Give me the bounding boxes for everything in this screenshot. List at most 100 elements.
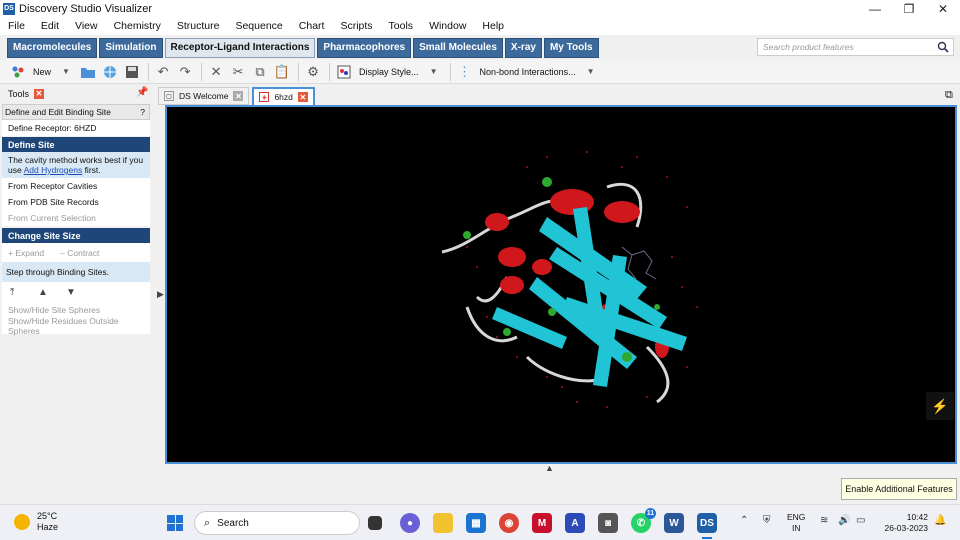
menu-window[interactable]: Window bbox=[421, 20, 474, 32]
wifi-icon[interactable]: ≋ bbox=[820, 515, 828, 526]
tab-my-tools[interactable]: My Tools bbox=[543, 37, 599, 58]
search-icon[interactable] bbox=[937, 41, 949, 55]
restore-window-icon[interactable]: ⧉ bbox=[945, 89, 953, 102]
nonbond-dropdown-icon[interactable]: ▼ bbox=[581, 62, 601, 82]
mcafee-icon[interactable]: M bbox=[532, 513, 552, 533]
tab-6hzd[interactable]: ◈ 6hzd ✕ bbox=[252, 87, 315, 105]
new-dropdown-icon[interactable]: ▼ bbox=[56, 62, 76, 82]
close-tab-icon[interactable]: ✕ bbox=[297, 92, 308, 102]
define-receptor-link[interactable]: Define Receptor: 6HZD bbox=[2, 120, 150, 136]
display-style-dropdown-icon[interactable]: ▼ bbox=[424, 62, 444, 82]
show-hidden-icons[interactable]: ⌃ bbox=[740, 515, 748, 526]
discovery-studio-icon[interactable]: DS bbox=[697, 513, 717, 533]
from-pdb-site-records-link[interactable]: From PDB Site Records bbox=[2, 194, 150, 210]
menu-structure[interactable]: Structure bbox=[169, 20, 228, 32]
cavity-note: The cavity method works best if you use … bbox=[2, 152, 150, 178]
copy-icon[interactable]: ⧉ bbox=[250, 62, 270, 82]
nonbond-icon[interactable]: ⋮ bbox=[455, 62, 475, 82]
delete-icon[interactable]: ✕ bbox=[206, 62, 226, 82]
tab-pharmacophores[interactable]: Pharmacophores bbox=[317, 37, 412, 58]
menu-help[interactable]: Help bbox=[474, 20, 512, 32]
maximize-button[interactable]: ❐ bbox=[892, 0, 926, 17]
task-view-icon[interactable] bbox=[368, 516, 382, 530]
sun-icon bbox=[14, 514, 30, 530]
collapse-bottom-icon[interactable]: ▲ bbox=[545, 463, 554, 473]
help-icon[interactable]: ? bbox=[140, 107, 145, 117]
enable-features-tooltip[interactable]: Enable Additional Features bbox=[841, 478, 957, 500]
menu-tools[interactable]: Tools bbox=[381, 20, 422, 32]
windows-start-icon[interactable] bbox=[167, 515, 183, 531]
security-icon[interactable]: ⛨ bbox=[763, 515, 771, 526]
from-current-selection-link[interactable]: From Current Selection bbox=[2, 210, 150, 226]
redo-icon[interactable]: ↷ bbox=[175, 62, 195, 82]
weather-temp: 25°C bbox=[37, 511, 58, 521]
open-folder-icon[interactable] bbox=[78, 62, 98, 82]
tools-body: Define and Edit Binding Site ? Define Re… bbox=[2, 104, 150, 336]
menu-sequence[interactable]: Sequence bbox=[227, 20, 290, 32]
feature-search-input[interactable]: Search product features bbox=[757, 38, 954, 56]
nonbond-interactions-button[interactable]: Non-bond Interactions... bbox=[477, 62, 579, 82]
menu-scripts[interactable]: Scripts bbox=[332, 20, 380, 32]
tab-receptor-ligand-interactions[interactable]: Receptor-Ligand Interactions bbox=[164, 37, 316, 58]
collapse-panel-icon[interactable]: ▶ bbox=[157, 289, 164, 300]
display-style-button[interactable]: Display Style... bbox=[356, 62, 422, 82]
close-tab-icon[interactable]: ✕ bbox=[34, 88, 45, 99]
from-receptor-cavities-link[interactable]: From Receptor Cavities bbox=[2, 178, 150, 194]
whatsapp-icon[interactable]: ✆ 11 bbox=[631, 508, 656, 533]
tab-x-ray[interactable]: X-ray bbox=[504, 37, 542, 58]
paste-icon[interactable]: 📋 bbox=[272, 62, 292, 82]
app-icon-blue[interactable]: A bbox=[565, 513, 585, 533]
tab-ds-welcome[interactable]: ▢ DS Welcome ✕ bbox=[158, 87, 250, 105]
tab-label: DS Welcome bbox=[179, 91, 229, 101]
menu-file[interactable]: File bbox=[0, 20, 33, 32]
display-style-icon[interactable] bbox=[334, 62, 354, 82]
menu-chart[interactable]: Chart bbox=[291, 20, 333, 32]
volume-icon[interactable]: 🔊 bbox=[838, 515, 850, 526]
next-site-icon[interactable]: ▼ bbox=[66, 287, 94, 298]
weather-widget[interactable]: 25°C Haze bbox=[14, 511, 58, 533]
expand-button[interactable]: + Expand bbox=[8, 248, 44, 258]
pin-icon[interactable]: 📌 bbox=[136, 87, 148, 98]
clock-date: 26-03-2023 bbox=[884, 523, 928, 533]
new-molecule-icon[interactable] bbox=[8, 62, 28, 82]
undo-icon[interactable]: ↶ bbox=[153, 62, 173, 82]
show-hide-residues-link[interactable]: Show/Hide Residues Outside Spheres bbox=[2, 316, 150, 336]
camera-icon[interactable]: ◙ bbox=[598, 513, 618, 533]
file-explorer-icon[interactable] bbox=[433, 513, 453, 533]
tab-simulation[interactable]: Simulation bbox=[99, 37, 163, 58]
menu-chemistry[interactable]: Chemistry bbox=[106, 20, 169, 32]
cut-icon[interactable]: ✂ bbox=[228, 62, 248, 82]
battery-icon[interactable]: ▭ bbox=[856, 515, 865, 526]
minimize-button[interactable]: — bbox=[858, 0, 892, 17]
contract-button[interactable]: – Contract bbox=[60, 248, 99, 258]
tools-tab[interactable]: Tools ✕ bbox=[3, 86, 47, 101]
settings-gear-icon[interactable]: ⚙ bbox=[303, 62, 323, 82]
search-placeholder: Search product features bbox=[763, 42, 854, 52]
region-code: IN bbox=[791, 523, 801, 533]
menu-edit[interactable]: Edit bbox=[33, 20, 67, 32]
add-hydrogens-link[interactable]: Add Hydrogens bbox=[24, 165, 83, 175]
tab-macromolecules[interactable]: Macromolecules bbox=[7, 37, 98, 58]
side-tool-icon[interactable]: ⚡ bbox=[926, 392, 954, 420]
language-indicator[interactable]: ENG IN bbox=[787, 512, 805, 534]
store-icon[interactable]: ▦ bbox=[466, 513, 486, 533]
tab-small-molecules[interactable]: Small Molecules bbox=[413, 37, 503, 58]
open-remote-icon[interactable] bbox=[100, 62, 120, 82]
save-icon[interactable] bbox=[122, 62, 142, 82]
define-site-section: Define Site bbox=[2, 137, 150, 152]
previous-site-icon[interactable]: ▲ bbox=[38, 287, 66, 298]
meet-icon[interactable]: ● bbox=[400, 513, 420, 533]
word-icon[interactable]: W bbox=[664, 513, 684, 533]
taskbar-search-label: Search bbox=[217, 517, 249, 529]
chrome-icon[interactable]: ◉ bbox=[499, 513, 519, 533]
close-tab-icon[interactable]: ✕ bbox=[233, 91, 244, 101]
menu-view[interactable]: View bbox=[67, 20, 106, 32]
molecule-3d-viewer[interactable] bbox=[165, 105, 957, 464]
taskbar-search-input[interactable]: ⌕ Search bbox=[194, 511, 360, 535]
close-button[interactable]: ✕ bbox=[926, 0, 960, 17]
first-site-icon[interactable]: ⤒ bbox=[10, 287, 38, 298]
notification-icon[interactable]: 🔔 bbox=[934, 515, 946, 526]
new-button[interactable]: New bbox=[30, 62, 54, 82]
taskbar-clock[interactable]: 10:42 26-03-2023 bbox=[880, 512, 928, 534]
binding-site-title: Define and Edit Binding Site bbox=[5, 107, 111, 117]
